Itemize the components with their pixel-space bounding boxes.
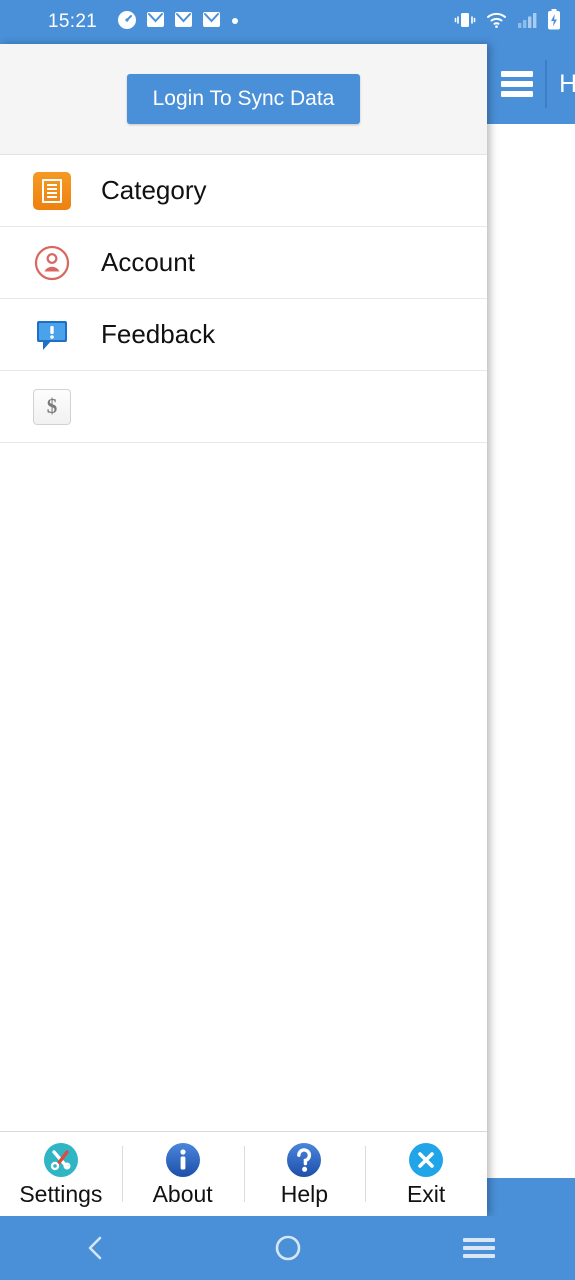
background-app: H (487, 44, 575, 1216)
back-icon (88, 1236, 102, 1260)
background-app-toolbar: H (487, 44, 575, 124)
feedback-icon (33, 316, 77, 354)
tab-exit[interactable]: Exit (365, 1132, 487, 1216)
drawer-item-currency[interactable]: $ (0, 371, 487, 443)
background-app-bottom-block (487, 1178, 575, 1216)
drawer-header: Login To Sync Data (0, 44, 487, 155)
background-app-title: H (559, 69, 575, 98)
android-navigation-bar (0, 1216, 575, 1280)
status-bar-right (454, 9, 561, 35)
vibrate-icon (454, 10, 476, 35)
navigation-drawer: Login To Sync Data Category Account Feed… (0, 44, 487, 1216)
home-button[interactable] (192, 1232, 384, 1264)
signal-icon (517, 11, 537, 34)
bottom-tab-bar: Settings About Help Exit (0, 1131, 487, 1216)
tab-about[interactable]: About (121, 1132, 244, 1216)
category-icon (33, 171, 77, 210)
status-bar: 15:21 (0, 0, 575, 44)
drawer-item-label: Feedback (101, 319, 216, 349)
home-icon (275, 1235, 300, 1261)
mail-icon (174, 10, 193, 34)
mail-icon (146, 10, 165, 34)
phone-screen: 15:21 H Login To Sync Data Category Acco… (0, 0, 575, 1280)
drawer-menu-list: Category Account Feedback $ (0, 155, 487, 443)
tab-help[interactable]: Help (243, 1132, 366, 1216)
mail-icon (202, 10, 221, 34)
battery-charging-icon (547, 9, 561, 35)
wifi-icon (486, 11, 507, 34)
toolbar-divider (544, 60, 548, 108)
drawer-item-feedback[interactable]: Feedback (0, 299, 487, 371)
drawer-item-label: Category (101, 175, 207, 205)
tab-label: Exit (406, 1180, 446, 1207)
tab-label: About (152, 1180, 213, 1207)
recents-button[interactable] (383, 1238, 575, 1258)
recents-icon (463, 1238, 496, 1258)
tab-label: Settings (19, 1180, 103, 1207)
dollar-icon: $ (33, 388, 77, 425)
drawer-item-category[interactable]: Category (0, 155, 487, 227)
status-time: 15:21 (48, 11, 98, 32)
login-to-sync-data-button[interactable]: Login To Sync Data (126, 74, 361, 124)
tab-settings[interactable]: Settings (0, 1132, 122, 1216)
tools-icon (43, 1142, 78, 1177)
info-icon (165, 1142, 200, 1177)
dot-icon (230, 13, 240, 31)
back-button[interactable] (0, 1233, 192, 1263)
drawer-item-label: Account (101, 247, 195, 277)
clock-icon (117, 10, 137, 35)
tab-label: Help (280, 1180, 329, 1207)
account-icon (33, 244, 77, 282)
drawer-item-account[interactable]: Account (0, 227, 487, 299)
question-icon (287, 1142, 322, 1177)
status-bar-left: 15:21 (14, 10, 240, 35)
close-icon (409, 1142, 444, 1177)
hamburger-icon[interactable] (501, 71, 533, 97)
